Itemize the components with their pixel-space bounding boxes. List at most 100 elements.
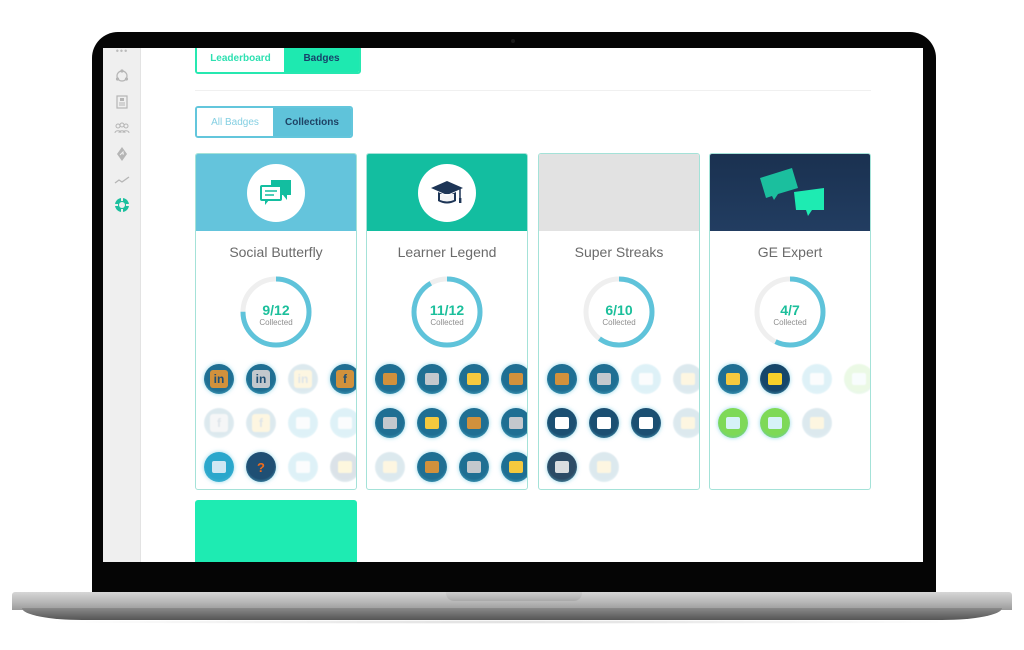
badge[interactable] [631, 408, 661, 438]
badge-art [810, 417, 824, 429]
clipboard-trophy-gold-icon [375, 452, 405, 482]
badge[interactable]: ? [246, 452, 276, 482]
badge[interactable] [459, 452, 489, 482]
network-icon[interactable] [114, 68, 130, 84]
badge[interactable] [288, 452, 318, 482]
badge[interactable] [375, 408, 405, 438]
laptop-notch [446, 592, 582, 601]
badge[interactable]: in [204, 364, 234, 394]
key-silver-icon [589, 364, 619, 394]
badge-art [467, 417, 481, 429]
badge[interactable]: f [330, 364, 356, 394]
badge-art [681, 373, 695, 385]
lifebuoy-icon[interactable] [114, 197, 130, 213]
badge[interactable] [844, 364, 870, 394]
badge-art [726, 417, 740, 429]
facebook-bronze-icon: f [336, 370, 354, 388]
badge[interactable] [547, 364, 577, 394]
card-banner [539, 154, 699, 231]
badge-art [810, 373, 824, 385]
photo-gold-icon [589, 452, 619, 482]
badge-art [852, 373, 866, 385]
badge[interactable] [673, 364, 699, 394]
badge[interactable] [718, 364, 748, 394]
robot-sad-icon [844, 364, 870, 394]
collection-card-partial[interactable] [195, 500, 357, 562]
badge[interactable] [288, 408, 318, 438]
collection-card[interactable]: Social Butterfly 9/12 Collected in in in f f… [195, 153, 357, 490]
badge-art [597, 373, 611, 385]
linkedin-bronze-icon: in [210, 370, 228, 388]
directions-icon[interactable] [114, 146, 130, 162]
badge[interactable]: f [246, 408, 276, 438]
night-stars-icon [760, 364, 790, 394]
badge[interactable] [760, 364, 790, 394]
collection-title: Social Butterfly [229, 244, 323, 260]
sunrise-icon [718, 364, 748, 394]
badge[interactable] [375, 364, 405, 394]
clipboard-trophy-bronze-icon [459, 408, 489, 438]
badge[interactable] [375, 452, 405, 482]
card-banner [710, 154, 870, 231]
badge-art [296, 461, 310, 473]
badge-art [597, 461, 611, 473]
tab-collections[interactable]: Collections [273, 108, 351, 136]
badge[interactable] [673, 408, 699, 438]
badge[interactable] [718, 408, 748, 438]
clipboard-trophy-silver-icon [501, 408, 527, 438]
monitor-pencil-icon [204, 452, 234, 482]
badge[interactable]: in [246, 364, 276, 394]
question-bubble-icon: ? [257, 459, 265, 475]
badge[interactable] [802, 408, 832, 438]
collected-count: 9/12 [262, 302, 290, 318]
badge[interactable] [417, 408, 447, 438]
clipboard-icon[interactable] [114, 94, 130, 110]
badge-grid [718, 364, 870, 438]
collection-card[interactable]: GE Expert 4/7 Collected [709, 153, 871, 490]
badge-art [338, 417, 352, 429]
chat-bubbles-icon [247, 164, 305, 222]
badge[interactable] [547, 408, 577, 438]
tab-badges[interactable]: Badges [284, 48, 359, 72]
badge[interactable] [204, 452, 234, 482]
collection-title: Super Streaks [574, 244, 664, 260]
laptop-base-bottom [22, 608, 1002, 620]
podium-gold-icon [673, 408, 699, 438]
badge[interactable] [589, 408, 619, 438]
more-dots-icon[interactable]: ••• [114, 48, 130, 56]
tab-all-badges[interactable]: All Badges [197, 108, 273, 136]
tab-leaderboard[interactable]: Leaderboard [197, 48, 284, 72]
podium-right-icon [589, 408, 619, 438]
collection-card[interactable]: Learner Legend 11/12 Collected [366, 153, 528, 490]
badge-art [467, 461, 481, 473]
badge[interactable] [459, 408, 489, 438]
badge[interactable] [589, 364, 619, 394]
collection-title: GE Expert [757, 244, 823, 260]
badge[interactable] [501, 408, 527, 438]
badge[interactable]: f [204, 408, 234, 438]
badge-art [768, 417, 782, 429]
badge[interactable] [501, 364, 527, 394]
badge[interactable] [417, 452, 447, 482]
laptop-shadow [40, 620, 984, 624]
badge-art [425, 461, 439, 473]
team-icon[interactable] [114, 120, 130, 136]
badge[interactable]: in [288, 364, 318, 394]
badge[interactable] [547, 452, 577, 482]
badge[interactable] [330, 452, 356, 482]
camera-icon [547, 452, 577, 482]
badge[interactable] [501, 452, 527, 482]
badge-art [212, 461, 226, 473]
trend-line-icon[interactable] [114, 172, 130, 188]
badge[interactable] [589, 452, 619, 482]
badge[interactable] [802, 364, 832, 394]
monitor-download-bronze-icon [375, 364, 405, 394]
badge[interactable] [417, 364, 447, 394]
badge[interactable] [760, 408, 790, 438]
badge[interactable] [330, 408, 356, 438]
badge[interactable] [631, 364, 661, 394]
collected-count: 11/12 [429, 302, 465, 318]
badge[interactable] [459, 364, 489, 394]
collection-card[interactable]: Super Streaks 6/10 Collected [538, 153, 700, 490]
speech-bubbles-icon [756, 166, 828, 223]
